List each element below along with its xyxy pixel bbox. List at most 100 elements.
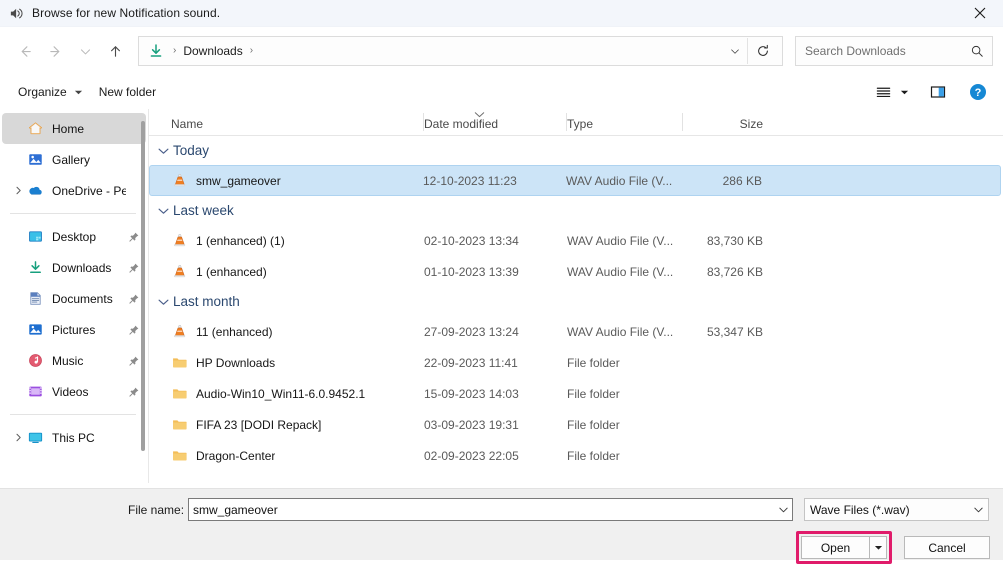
navigation-sidebar[interactable]: Home Gallery OneDrive - Pers… Desktop Downlo… <box>0 109 148 483</box>
filename-input[interactable]: smw_gameover <box>188 498 793 521</box>
sidebar-item-label: Music <box>52 353 84 368</box>
sidebar-item-home[interactable]: Home <box>2 113 146 144</box>
table-row[interactable]: 1 (enhanced) 01-10-2023 13:39 WAV Audio Fi… <box>149 256 1001 287</box>
list-view-icon[interactable] <box>868 79 898 105</box>
column-header-type[interactable]: Type <box>567 109 683 135</box>
file-name-label: Dragon-Center <box>196 448 276 463</box>
table-row[interactable]: 1 (enhanced) (1) 02-10-2023 13:34 WAV Audi… <box>149 225 1001 256</box>
sidebar-item-videos[interactable]: Videos <box>2 376 146 407</box>
group-header-last-month[interactable]: Last month <box>149 287 1003 316</box>
sidebar-item-downloads[interactable]: Downloads <box>2 252 146 283</box>
pin-icon <box>126 355 142 367</box>
filename-dropdown-icon[interactable] <box>774 504 792 515</box>
pin-icon <box>126 293 142 305</box>
address-bar[interactable]: › Downloads › <box>138 36 783 66</box>
folder-icon <box>171 416 188 433</box>
forward-button[interactable] <box>40 36 70 66</box>
column-header-name[interactable]: Name <box>171 109 424 135</box>
music-icon <box>26 352 44 370</box>
open-split-dropdown-icon[interactable] <box>869 536 887 559</box>
cancel-button[interactable]: Cancel <box>904 536 990 559</box>
table-row[interactable]: FIFA 23 [DODI Repack] 03-09-2023 19:31 Fil… <box>149 409 1001 440</box>
open-button[interactable]: Open <box>801 536 869 559</box>
table-row[interactable]: Audio-Win10_Win11-6.0.9452.1 15-09-2023 1… <box>149 378 1001 409</box>
cell-size: 53,347 KB <box>706 324 763 339</box>
cell-type: WAV Audio File (V... <box>566 173 673 188</box>
column-header-size[interactable]: Size <box>683 109 763 135</box>
table-row[interactable]: 11 (enhanced) 27-09-2023 13:24 WAV Audio F… <box>149 316 1001 347</box>
filename-row: File name: smw_gameover Wave Files (*.wa… <box>0 489 1003 521</box>
file-list[interactable]: Name Date modified Type Size Today smw_gameo… <box>149 109 1003 483</box>
cell-type: File folder <box>567 448 620 463</box>
organize-button[interactable]: Organize <box>10 79 91 105</box>
vlc-media-icon <box>171 323 188 340</box>
cell-name: Dragon-Center <box>171 447 424 464</box>
chevron-right-icon[interactable] <box>10 186 26 195</box>
chevron-right-icon[interactable] <box>10 433 26 442</box>
up-button[interactable] <box>100 36 130 66</box>
pin-icon <box>126 262 142 274</box>
search-input[interactable]: Search Downloads <box>795 36 993 66</box>
file-name-label: FIFA 23 [DODI Repack] <box>196 417 322 432</box>
cell-type: WAV Audio File (V... <box>567 233 674 248</box>
sidebar-list: Home Gallery OneDrive - Pers… Desktop Downlo… <box>0 113 148 453</box>
open-button-highlight: Open <box>796 531 892 564</box>
chevron-down-icon[interactable] <box>155 207 171 215</box>
window-title: Browse for new Notification sound. <box>32 6 221 20</box>
search-placeholder: Search Downloads <box>805 44 906 58</box>
table-row[interactable]: smw_gameover 12-10-2023 11:23 WAV Audio Fi… <box>149 165 1001 196</box>
chevron-down-icon[interactable] <box>155 147 171 155</box>
sidebar-scrollbar[interactable] <box>141 121 145 451</box>
sidebar-item-label: Pictures <box>52 322 96 337</box>
navigation-bar: › Downloads › Search Downloads <box>0 27 1003 75</box>
close-icon[interactable] <box>957 0 1003 26</box>
sidebar-item-label: Downloads <box>52 260 112 275</box>
back-button[interactable] <box>10 36 40 66</box>
new-folder-button[interactable]: New folder <box>91 79 164 105</box>
filetype-dropdown-icon[interactable] <box>968 504 988 515</box>
table-row[interactable]: HP Downloads 22-09-2023 11:41 File folder <box>149 347 1001 378</box>
folder-icon <box>171 447 188 464</box>
sidebar-item-pictures[interactable]: Pictures <box>2 314 146 345</box>
file-name-label: smw_gameover <box>196 173 281 188</box>
group-header-last-week[interactable]: Last week <box>149 196 1003 225</box>
sidebar-item-gallery[interactable]: Gallery <box>2 144 146 175</box>
file-name-label: Audio-Win10_Win11-6.0.9452.1 <box>196 386 366 401</box>
sidebar-item-desktop[interactable]: Desktop <box>2 221 146 252</box>
address-dropdown-icon[interactable] <box>723 38 747 64</box>
cell-date-modified: 02-10-2023 13:34 <box>424 233 519 248</box>
sidebar-item-music[interactable]: Music <box>2 345 146 376</box>
command-bar: Organize New folder ? <box>0 75 1003 109</box>
view-options-button[interactable] <box>864 79 913 105</box>
onedrive-icon <box>26 182 44 200</box>
sidebar-item-onedrive-pers[interactable]: OneDrive - Pers… <box>2 175 146 206</box>
sidebar-item-label: Gallery <box>52 152 91 167</box>
sidebar-item-label: OneDrive - Pers… <box>52 183 126 198</box>
column-header-date[interactable]: Date modified <box>424 109 567 135</box>
refresh-icon[interactable] <box>747 38 778 64</box>
chevron-down-icon[interactable] <box>155 298 171 306</box>
desktop-icon <box>26 228 44 246</box>
cell-size: 83,726 KB <box>706 264 763 279</box>
file-rows: Today smw_gameover 12-10-2023 11:23 WAV Aud… <box>149 136 1003 471</box>
breadcrumb-downloads[interactable]: Downloads <box>181 42 244 60</box>
preview-pane-icon[interactable] <box>923 79 953 105</box>
gallery-icon <box>26 151 44 169</box>
view-chevron-down-icon[interactable] <box>900 88 909 97</box>
cell-name: smw_gameover <box>171 172 423 189</box>
sidebar-item-label: Home <box>52 121 85 136</box>
cell-type: WAV Audio File (V... <box>567 324 674 339</box>
group-header-label: Last week <box>173 203 234 218</box>
recent-locations-button[interactable] <box>70 36 100 66</box>
help-icon[interactable]: ? <box>963 79 993 105</box>
sidebar-item-documents[interactable]: Documents <box>2 283 146 314</box>
breadcrumb-separator-1[interactable]: › <box>245 46 258 56</box>
table-row[interactable]: Dragon-Center 02-09-2023 22:05 File folder <box>149 440 1001 471</box>
filetype-select[interactable]: Wave Files (*.wav) <box>804 498 989 521</box>
sidebar-item-this-pc[interactable]: This PC <box>2 422 146 453</box>
filetype-value: Wave Files (*.wav) <box>810 502 910 517</box>
cell-date-modified: 22-09-2023 11:41 <box>424 355 518 370</box>
group-header-label: Last month <box>173 294 240 309</box>
cell-name: 11 (enhanced) <box>171 323 424 340</box>
group-header-today[interactable]: Today <box>149 136 1003 165</box>
